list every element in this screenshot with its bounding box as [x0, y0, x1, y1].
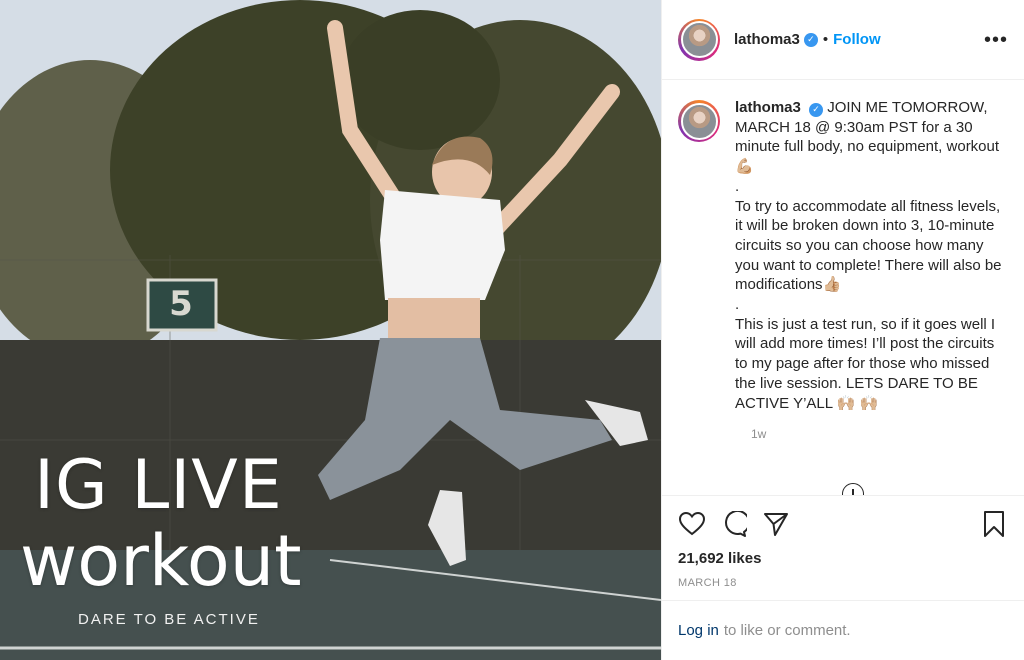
caption-username[interactable]: lathoma3: [735, 99, 801, 116]
share-icon[interactable]: [762, 510, 790, 538]
separator-dot: •: [822, 31, 829, 48]
caption-text-block: lathoma3 ✓ JOIN ME TOMORROW, MARCH 18 @ …: [735, 98, 1008, 413]
login-prompt: Log in to like or comment.: [662, 600, 1024, 660]
verified-badge-icon: ✓: [803, 32, 818, 47]
caption-verified-badge-icon: ✓: [809, 102, 824, 117]
post-side-panel: lathoma3 ✓ • Follow ••• lathoma3 ✓ JOIN …: [661, 0, 1024, 660]
action-section: 21,692 likes MARCH 18: [662, 495, 1024, 589]
caption-time[interactable]: 1w: [751, 427, 1008, 441]
login-prompt-text: to like or comment.: [723, 622, 851, 639]
follow-button[interactable]: Follow: [833, 31, 881, 48]
caption-avatar[interactable]: [678, 100, 720, 142]
overlay-title: IG LIVE: [34, 446, 283, 525]
login-link[interactable]: Log in: [678, 622, 719, 639]
comments-section: lathoma3 ✓ JOIN ME TOMORROW, MARCH 18 @ …: [662, 80, 1024, 495]
bookmark-icon[interactable]: [980, 510, 1008, 538]
action-bar: [678, 508, 1008, 540]
post-date[interactable]: MARCH 18: [678, 577, 1008, 589]
overlay-tagline: DARE TO BE ACTIVE: [78, 611, 260, 628]
post-header: lathoma3 ✓ • Follow •••: [662, 0, 1024, 80]
court-number-sign: 5: [169, 284, 193, 324]
more-options-icon[interactable]: •••: [984, 30, 1008, 50]
caption-row: lathoma3 ✓ JOIN ME TOMORROW, MARCH 18 @ …: [678, 98, 1008, 413]
caption-text: JOIN ME TOMORROW, MARCH 18 @ 9:30am PST …: [735, 99, 1002, 412]
avatar[interactable]: [678, 18, 720, 61]
likes-count[interactable]: 21,692 likes: [678, 550, 1008, 567]
header-username[interactable]: lathoma3: [734, 31, 800, 48]
comment-icon[interactable]: [720, 510, 748, 538]
load-more-comments-icon[interactable]: [842, 483, 866, 495]
post-image[interactable]: 5 IG LIVE workout DARE TO BE ACTIVE: [0, 0, 661, 660]
overlay-subtitle: workout: [20, 520, 302, 602]
heart-icon[interactable]: [678, 510, 706, 538]
